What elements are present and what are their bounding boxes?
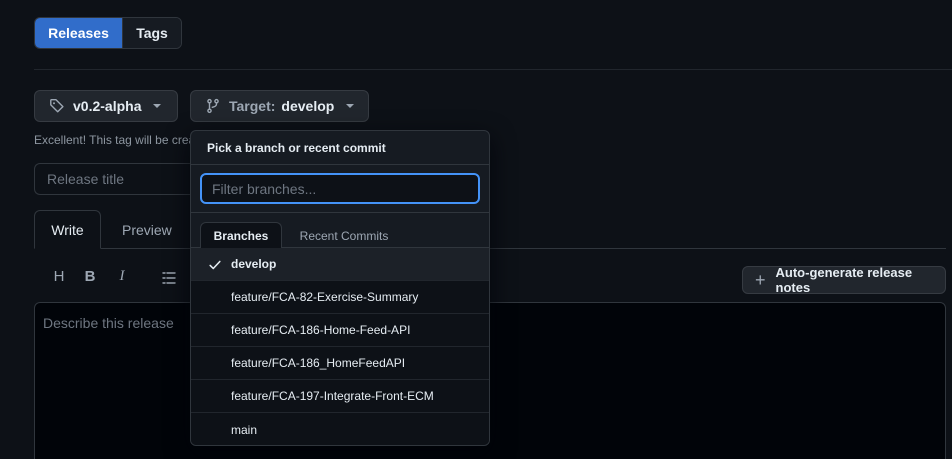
chevron-down-icon <box>153 104 162 108</box>
check-icon <box>209 260 221 270</box>
divider <box>34 69 952 70</box>
list-icon[interactable] <box>161 270 177 289</box>
target-select-button[interactable]: Target: develop <box>190 90 369 122</box>
branch-item-label: feature/FCA-186-Home-Feed-API <box>231 323 411 337</box>
bold-icon[interactable]: B <box>82 268 98 285</box>
dropdown-tabs: Branches Recent Commits <box>191 213 489 249</box>
auto-generate-release-notes-button[interactable]: + Auto-generate release notes <box>742 265 946 295</box>
auto-generate-label: Auto-generate release notes <box>775 265 913 295</box>
heading-icon[interactable]: H <box>51 268 67 285</box>
tab-releases[interactable]: Releases <box>35 18 122 48</box>
branch-item[interactable]: feature/FCA-186-Home-Feed-API <box>191 314 489 347</box>
branch-item-label: feature/FCA-186_HomeFeedAPI <box>231 356 406 370</box>
branch-item-label: feature/FCA-82-Exercise-Summary <box>231 290 419 304</box>
tag-select-button[interactable]: v0.2-alpha <box>34 90 178 122</box>
tag-icon <box>50 99 64 113</box>
tab-preview[interactable]: Preview <box>122 222 172 238</box>
filter-wrapper <box>191 165 489 213</box>
git-branch-icon <box>207 98 219 114</box>
chevron-down-icon <box>346 104 355 108</box>
dropdown-header: Pick a branch or recent commit <box>191 131 489 165</box>
branch-item[interactable]: feature/FCA-197-Integrate-Front-ECM <box>191 380 489 413</box>
branch-item[interactable]: feature/FCA-82-Exercise-Summary <box>191 281 489 314</box>
editor-tabs-underline <box>34 248 946 249</box>
branch-item-label: feature/FCA-197-Integrate-Front-ECM <box>231 389 434 403</box>
release-title-input[interactable] <box>34 163 190 195</box>
target-value: develop <box>281 98 335 114</box>
plus-icon: + <box>755 270 766 290</box>
branch-item-label: develop <box>231 257 277 271</box>
branch-item[interactable]: feature/FCA-186_HomeFeedAPI <box>191 347 489 380</box>
releases-tags-toggle: Releases Tags <box>34 17 182 49</box>
branch-picker-dropdown: Pick a branch or recent commit Branches … <box>190 130 490 446</box>
tab-branches[interactable]: Branches <box>200 222 282 249</box>
branch-list: develop feature/FCA-82-Exercise-Summary fe… <box>191 248 489 445</box>
tab-recent-commits[interactable]: Recent Commits <box>291 222 397 249</box>
branch-item[interactable]: develop <box>191 248 489 281</box>
filter-branches-input[interactable] <box>200 173 480 204</box>
tab-write[interactable]: Write <box>34 210 101 249</box>
target-label: Target: <box>229 98 276 114</box>
branch-item[interactable]: main <box>191 413 489 445</box>
italic-icon[interactable]: I <box>114 268 130 285</box>
tag-hint-text: Excellent! This tag will be created from… <box>34 133 190 147</box>
branch-item-label: main <box>231 422 258 437</box>
editor-placeholder: Describe this release <box>43 315 174 331</box>
tab-tags[interactable]: Tags <box>122 18 181 48</box>
tag-select-label: v0.2-alpha <box>73 98 142 114</box>
